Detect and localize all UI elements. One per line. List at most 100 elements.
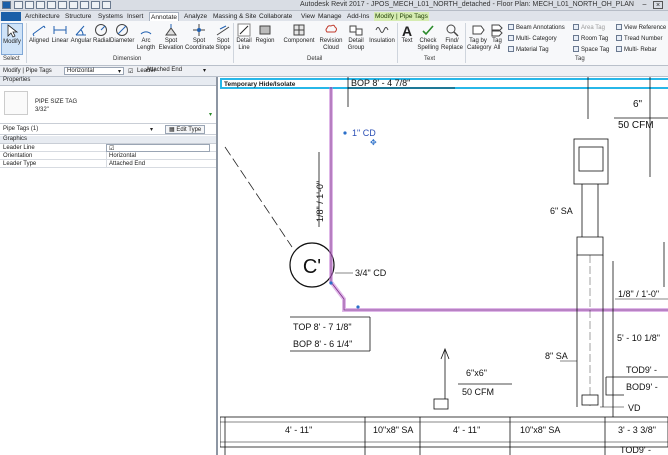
tab-massing-site[interactable]: Massing & Site — [212, 12, 257, 21]
find-replace-button[interactable]: Find/ Replace — [441, 23, 463, 51]
group-graphics[interactable]: Graphics — [0, 136, 216, 144]
area-tag-icon — [573, 24, 579, 30]
check-spelling-icon — [422, 25, 434, 36]
arc-length-button[interactable]: Arc Length — [135, 23, 157, 51]
detail-group-button[interactable]: Detail Group — [345, 23, 367, 51]
component-button[interactable]: Component — [281, 23, 317, 45]
pipe-end-grip[interactable] — [329, 281, 333, 285]
multi-category-button[interactable]: Multi- Category — [508, 35, 557, 42]
text-label: Text — [401, 38, 413, 44]
undo-icon[interactable] — [36, 1, 45, 9]
spot-elevation-button[interactable]: Spot Elevation — [158, 23, 184, 51]
slope-label: 1/8" / 1'-0" — [315, 181, 325, 222]
edit-type-button[interactable]: ▦ Edit Type — [165, 125, 206, 134]
region-label: Region — [255, 38, 275, 44]
measure-icon[interactable] — [69, 1, 78, 9]
revision-cloud-icon — [325, 24, 337, 33]
tab-add-ins[interactable]: Add-Ins — [346, 12, 370, 21]
radial-dimension-button[interactable]: Radial — [93, 23, 110, 45]
move-cursor-icon: ✥ — [370, 138, 377, 147]
drawing-canvas[interactable]: Temporary Hide/Isolate C' 1" CD ✥ BOP 8'… — [220, 77, 668, 455]
text-button[interactable]: A Text — [399, 23, 415, 45]
save-icon[interactable] — [25, 1, 34, 9]
insulation-label: Insulation — [369, 38, 395, 44]
close-icon[interactable]: × — [653, 1, 663, 9]
orientation-select[interactable]: Horizontal ▾ — [64, 67, 124, 75]
panel-select[interactable]: Select — [3, 56, 20, 62]
panel-tag[interactable]: Tag — [575, 56, 585, 62]
redo-icon[interactable] — [47, 1, 56, 9]
multi-category-icon — [508, 35, 514, 41]
prop-value[interactable]: Horizontal — [106, 152, 210, 160]
tab-analyze[interactable]: Analyze — [183, 12, 208, 21]
spot-slope-button[interactable]: Spot Slope — [214, 23, 232, 51]
modify-button[interactable]: Modify — [1, 23, 23, 55]
tab-structure[interactable]: Structure — [64, 12, 92, 21]
instance-selector[interactable]: Pipe Tags (1) — [3, 126, 38, 132]
3d-view-icon[interactable] — [91, 1, 100, 9]
multi-rebar-button[interactable]: Multi- Rebar — [616, 46, 657, 53]
diffuser-size-label: 6" — [633, 99, 643, 110]
context-label: Modify | Pipe Tags — [3, 68, 52, 74]
section-icon[interactable] — [102, 1, 111, 9]
ribbon: Modify Aligned Linear Angular Radial Dia… — [0, 21, 668, 66]
angular-dimension-button[interactable]: Angular — [70, 23, 92, 45]
tab-insert[interactable]: Insert — [126, 12, 144, 21]
pipe-tag-1in-cd[interactable]: 1" CD — [352, 128, 376, 138]
open-icon[interactable] — [14, 1, 23, 9]
panel-dimension[interactable]: Dimension — [113, 56, 141, 62]
leader-type-select[interactable]: Attached End ▾ — [144, 67, 208, 75]
panel-text[interactable]: Text — [424, 56, 435, 62]
view-reference-button[interactable]: View Reference — [616, 24, 666, 31]
tab-annotate[interactable]: Annotate — [149, 12, 180, 21]
tab-manage[interactable]: Manage — [317, 12, 343, 21]
spot-slope-icon — [216, 25, 230, 36]
space-tag-button[interactable]: Space Tag — [573, 46, 609, 53]
beam-annotations-button[interactable]: Beam Annotations — [508, 24, 565, 31]
tab-modify-pipe-tags[interactable]: Modify | Pipe Tags — [374, 12, 429, 21]
aligned-dimension-button[interactable]: Aligned — [28, 23, 50, 45]
detail-line-button[interactable]: Detail Line — [235, 23, 253, 51]
print-icon[interactable] — [58, 1, 67, 9]
find-replace-icon — [446, 24, 459, 37]
revision-cloud-button[interactable]: Revision Cloud — [318, 23, 344, 51]
tab-systems[interactable]: Systems — [97, 12, 124, 21]
revit-app-icon[interactable] — [2, 1, 11, 9]
area-tag-button[interactable]: Area Tag — [573, 24, 605, 31]
bop-label-top: BOP 8' - 4 7/8" — [351, 78, 410, 88]
spot-coordinate-button[interactable]: Spot Coordinate — [185, 23, 214, 51]
room-tag-button[interactable]: Room Tag — [573, 35, 608, 42]
region-button[interactable]: Region — [254, 23, 276, 45]
tab-view[interactable]: View — [300, 12, 316, 21]
prop-value-checkbox[interactable]: ☑ — [106, 144, 210, 152]
tag-grip[interactable] — [343, 131, 347, 135]
diameter-dimension-button[interactable]: Diameter — [110, 23, 134, 45]
tag-by-category-button[interactable]: Tag by Category — [467, 23, 491, 51]
check-spelling-label: Check Spelling — [417, 38, 439, 51]
material-tag-label: Material Tag — [516, 47, 549, 53]
type-selector[interactable]: PIPE SIZE TAG 3/32" ▾ — [0, 87, 216, 124]
pipe-end-grip-2[interactable] — [356, 305, 360, 309]
tab-architecture[interactable]: Architecture — [24, 12, 61, 21]
volume-damper[interactable] — [581, 394, 599, 406]
minimize-icon[interactable]: – — [640, 1, 649, 9]
diffuser-face — [578, 146, 604, 172]
prop-value[interactable]: Attached End — [106, 160, 210, 168]
text-icon[interactable] — [80, 1, 89, 9]
tab-collaborate[interactable]: Collaborate — [258, 12, 293, 21]
tag-all-label: Tag All — [492, 38, 502, 51]
tag-all-button[interactable]: Tag All — [490, 23, 504, 51]
linear-dimension-button[interactable]: Linear — [51, 23, 69, 45]
prop-row-leader-line: Leader Line ☑ — [0, 144, 216, 152]
insulation-button[interactable]: Insulation — [368, 23, 396, 45]
material-tag-button[interactable]: Material Tag — [508, 46, 549, 53]
check-spelling-button[interactable]: Check Spelling — [416, 23, 440, 51]
chevron-down-icon[interactable]: ▾ — [150, 126, 153, 133]
area-tag-label: Area Tag — [581, 25, 605, 31]
leader-checkbox[interactable]: ☑ — [128, 68, 133, 75]
top-elevation-label: TOP 8' - 7 1/8" — [293, 322, 352, 332]
multi-category-label: Multi- Category — [516, 36, 557, 42]
tread-number-button[interactable]: Tread Number — [616, 35, 662, 42]
linear-label: Linear — [51, 38, 69, 44]
application-menu-button[interactable] — [1, 12, 21, 21]
